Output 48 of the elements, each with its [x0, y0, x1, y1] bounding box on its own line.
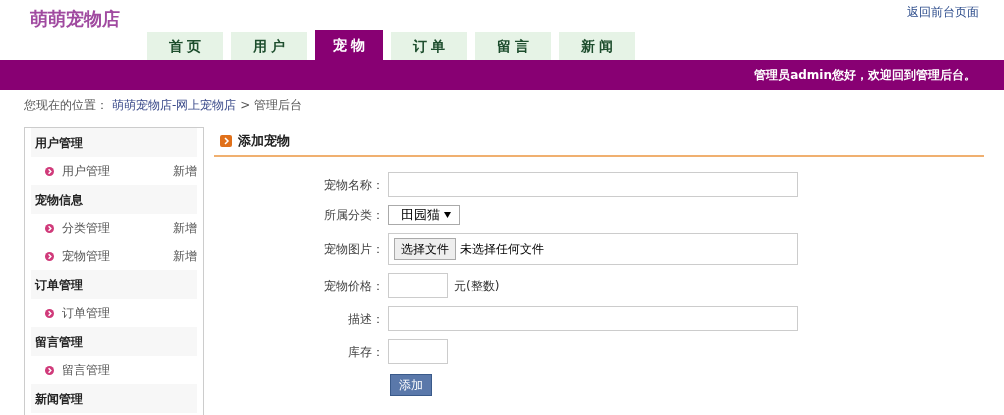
front-page-link[interactable]: 返回前台页面 — [907, 3, 979, 19]
logo: 萌萌宠物店 — [30, 7, 121, 31]
number-field[interactable] — [388, 273, 448, 298]
text-field[interactable] — [388, 172, 798, 197]
category-select[interactable]: 田园猫 — [388, 205, 460, 225]
bullet-icon — [45, 308, 54, 318]
panel-title: 添加宠物 — [238, 132, 290, 151]
choose-file-button[interactable]: 选择文件 — [394, 238, 456, 260]
bullet-icon — [45, 251, 54, 261]
field-label: 库存： — [347, 343, 385, 361]
sidebar-link[interactable]: 宠物管理 — [62, 247, 110, 265]
sidebar-link[interactable]: 留言管理 — [62, 361, 110, 379]
field-label: 宠物名称： — [323, 176, 385, 194]
field-label: 宠物价格： — [323, 277, 385, 295]
field-label: 描述： — [347, 310, 385, 328]
sidebar-heading: 留言管理 — [31, 327, 197, 356]
field-label: 宠物图片： — [323, 241, 385, 258]
sidebar-heading: 订单管理 — [31, 270, 197, 299]
nav-tab[interactable]: 新 闻 — [559, 32, 635, 60]
bullet-icon — [45, 223, 54, 233]
field-label: 所属分类： — [323, 207, 385, 224]
add-link[interactable]: 新增 — [173, 162, 197, 180]
add-link[interactable]: 新增 — [173, 247, 197, 265]
nav-tab[interactable]: 订 单 — [391, 32, 467, 60]
sidebar-heading: 新闻管理 — [31, 384, 197, 413]
breadcrumb-current: 管理后台 — [254, 97, 303, 114]
unit-label: 元(整数) — [454, 277, 500, 295]
bullet-icon — [45, 166, 54, 176]
caret-icon — [444, 212, 451, 218]
breadcrumb-link[interactable]: 萌萌宠物店-网上宠物店 — [112, 96, 237, 114]
file-status: 未选择任何文件 — [460, 241, 544, 258]
breadcrumb-label: 您现在的位置： — [24, 97, 108, 114]
sidebar-heading: 宠物信息 — [31, 185, 197, 214]
text-field[interactable] — [388, 306, 798, 331]
add-link[interactable]: 新增 — [173, 219, 197, 237]
bullet-icon — [45, 365, 54, 375]
welcome-text: 管理员admin您好，欢迎回到管理后台。 — [754, 67, 976, 84]
nav-tab[interactable]: 首 页 — [147, 32, 223, 60]
sidebar-heading: 用户管理 — [31, 128, 197, 157]
sidebar-link[interactable]: 分类管理 — [62, 219, 110, 237]
nav-tab[interactable]: 用 户 — [231, 32, 307, 60]
nav-tab[interactable]: 宠 物 — [315, 30, 383, 60]
breadcrumb-separator: > — [240, 97, 251, 114]
sidebar-link[interactable]: 订单管理 — [62, 304, 110, 322]
add-button[interactable]: 添加 — [390, 374, 432, 396]
sidebar-link[interactable]: 用户管理 — [62, 162, 110, 180]
nav-tab[interactable]: 留 言 — [475, 32, 551, 60]
number-field[interactable] — [388, 339, 448, 364]
